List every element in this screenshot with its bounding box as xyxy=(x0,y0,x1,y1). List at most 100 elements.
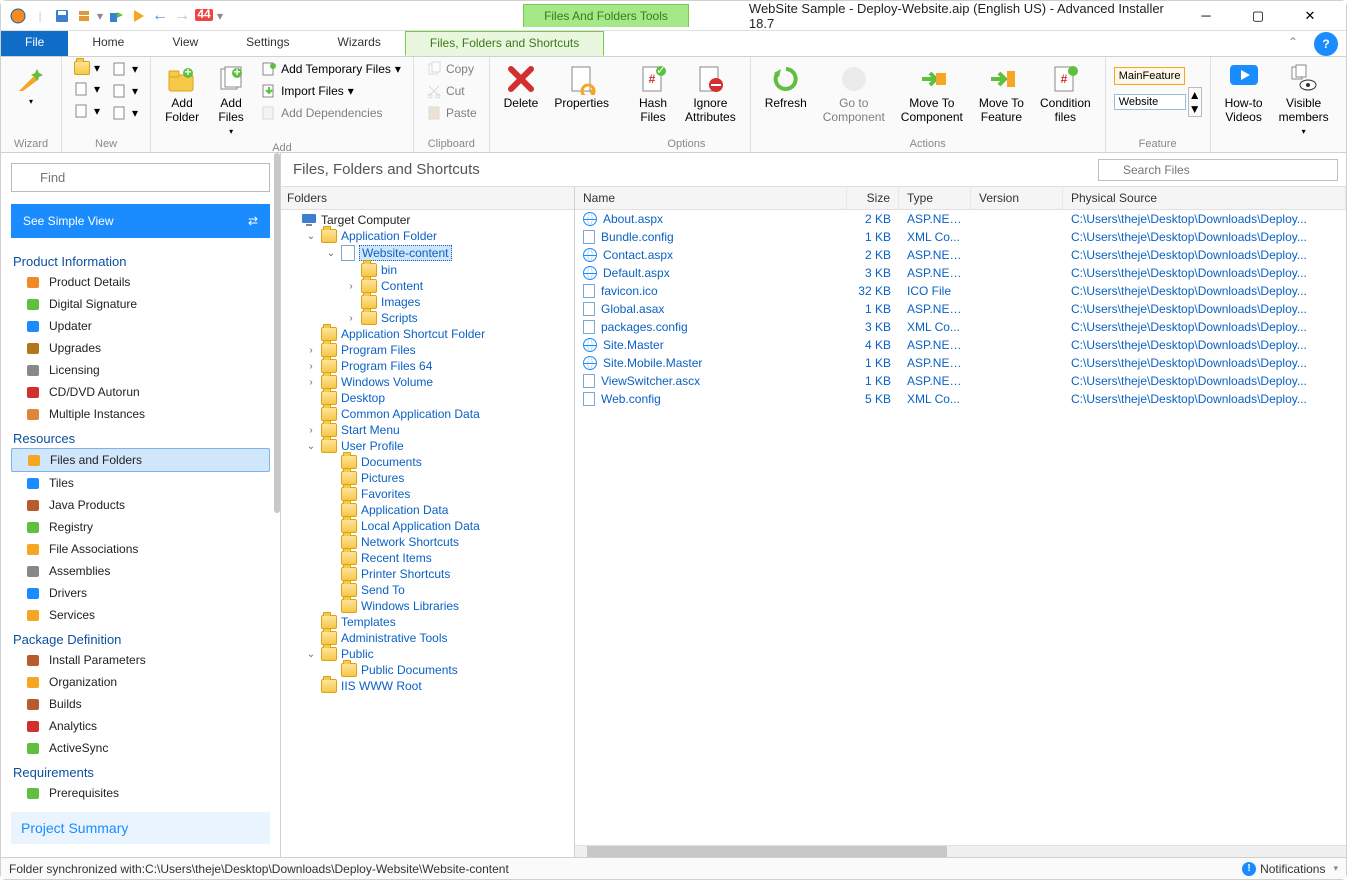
project-summary[interactable]: Project Summary xyxy=(11,812,270,844)
table-row[interactable]: Default.aspx3 KBASP.NET...C:\Users\theje… xyxy=(575,264,1346,282)
table-row[interactable]: favicon.ico32 KBICO FileC:\Users\theje\D… xyxy=(575,282,1346,300)
chevron-down-icon[interactable]: ⌄ xyxy=(305,230,317,242)
back-icon[interactable]: ← xyxy=(151,7,169,25)
save-icon[interactable] xyxy=(53,7,71,25)
find-input[interactable] xyxy=(11,163,270,192)
nav-item[interactable]: File Associations xyxy=(11,538,270,560)
tree-row[interactable]: ⌄Public xyxy=(281,646,574,662)
new-item4-button[interactable]: ▾ xyxy=(108,81,142,101)
chevron-right-icon[interactable]: › xyxy=(305,360,317,372)
table-row[interactable]: Global.asax1 KBASP.NET...C:\Users\theje\… xyxy=(575,300,1346,318)
col-size[interactable]: Size xyxy=(847,187,899,209)
new-folder-small-button[interactable]: ▾ xyxy=(70,59,104,77)
howto-videos-button[interactable]: How-to Videos xyxy=(1219,59,1269,129)
table-row[interactable]: Web.config5 KBXML Co...C:\Users\theje\De… xyxy=(575,390,1346,408)
table-row[interactable]: packages.config3 KBXML Co...C:\Users\the… xyxy=(575,318,1346,336)
tree-row[interactable]: ›Content xyxy=(281,278,574,294)
add-folder-button[interactable]: + Add Folder xyxy=(159,59,205,129)
nav-item[interactable]: Tiles xyxy=(11,472,270,494)
new-item1-button[interactable]: ▾ xyxy=(70,79,104,99)
tree-row[interactable]: Printer Shortcuts xyxy=(281,566,574,582)
nav-item[interactable]: Install Parameters xyxy=(11,649,270,671)
nav-item[interactable]: Analytics xyxy=(11,715,270,737)
ignore-attributes-button[interactable]: Ignore Attributes xyxy=(679,59,742,129)
nav-item[interactable]: Java Products xyxy=(11,494,270,516)
play-icon[interactable] xyxy=(129,7,147,25)
search-files-input[interactable] xyxy=(1098,159,1338,181)
minimize-button[interactable]: ─ xyxy=(1186,2,1226,30)
table-row[interactable]: Bundle.config1 KBXML Co...C:\Users\theje… xyxy=(575,228,1346,246)
help-icon[interactable]: ? xyxy=(1314,32,1338,56)
col-name[interactable]: Name xyxy=(575,187,847,209)
nav-item[interactable]: Prerequisites xyxy=(11,782,270,804)
close-button[interactable]: ✕ xyxy=(1290,2,1330,30)
tree-row[interactable]: Images xyxy=(281,294,574,310)
collapse-ribbon-icon[interactable]: ⌃ xyxy=(1280,31,1306,56)
chevron-right-icon[interactable]: › xyxy=(345,280,357,292)
nav-item[interactable]: CD/DVD Autorun xyxy=(11,381,270,403)
tab-home[interactable]: Home xyxy=(68,31,148,56)
condition-files-button[interactable]: # Condition files xyxy=(1034,59,1097,129)
table-row[interactable]: Site.Master4 KBASP.NET...C:\Users\theje\… xyxy=(575,336,1346,354)
chevron-right-icon[interactable]: › xyxy=(305,424,317,436)
tree-row[interactable]: Recent Items xyxy=(281,550,574,566)
chevron-down-icon[interactable]: ⌄ xyxy=(305,648,317,660)
nav-item[interactable]: Updater xyxy=(11,315,270,337)
import-files-button[interactable]: Import Files ▾ xyxy=(257,81,405,101)
run-icon[interactable] xyxy=(107,7,125,25)
tab-file[interactable]: File xyxy=(1,31,68,56)
nav-item[interactable]: Upgrades xyxy=(11,337,270,359)
nav-item[interactable]: Digital Signature xyxy=(11,293,270,315)
nav-item[interactable]: Licensing xyxy=(11,359,270,381)
tree-row[interactable]: bin xyxy=(281,262,574,278)
tree-row[interactable]: Favorites xyxy=(281,486,574,502)
tree-row[interactable]: Application Data xyxy=(281,502,574,518)
qat-logo-icon[interactable] xyxy=(9,7,27,25)
tab-settings[interactable]: Settings xyxy=(222,31,313,56)
chevron-right-icon[interactable]: › xyxy=(305,376,317,388)
feature-combo-spin[interactable]: ▲▼ xyxy=(1188,87,1202,117)
tab-files-folders-shortcuts[interactable]: Files, Folders and Shortcuts xyxy=(405,31,604,56)
folder-tree[interactable]: Target Computer⌄Application Folder⌄Websi… xyxy=(281,210,574,696)
new-item3-button[interactable]: ▾ xyxy=(108,59,142,79)
tree-row[interactable]: ⌄Application Folder xyxy=(281,228,574,244)
chevron-right-icon[interactable]: › xyxy=(305,344,317,356)
move-to-feature-button[interactable]: Move To Feature xyxy=(973,59,1030,129)
nav-item[interactable]: Assemblies xyxy=(11,560,270,582)
new-item5-button[interactable]: ▾ xyxy=(108,103,142,123)
notifications-button[interactable]: ! Notifications ▾ xyxy=(1242,862,1338,876)
visible-members-button[interactable]: Visible members▾ xyxy=(1273,59,1335,140)
build-icon[interactable] xyxy=(75,7,93,25)
refresh-button[interactable]: Refresh xyxy=(759,59,813,115)
nav-item[interactable]: Registry xyxy=(11,516,270,538)
chevron-right-icon[interactable]: › xyxy=(345,312,357,324)
tab-wizards[interactable]: Wizards xyxy=(314,31,405,56)
table-row[interactable]: Contact.aspx2 KBASP.NET...C:\Users\theje… xyxy=(575,246,1346,264)
tree-row[interactable]: IIS WWW Root xyxy=(281,678,574,694)
properties-button[interactable]: Properties xyxy=(548,59,615,115)
maximize-button[interactable]: ▢ xyxy=(1238,2,1278,30)
hash-files-button[interactable]: #✓ Hash Files xyxy=(631,59,675,129)
files-hscrollbar[interactable] xyxy=(575,845,1346,857)
tree-row[interactable]: Pictures xyxy=(281,470,574,486)
table-row[interactable]: ViewSwitcher.ascx1 KBASP.NET...C:\Users\… xyxy=(575,372,1346,390)
nav-item[interactable]: Files and Folders xyxy=(11,448,270,472)
add-temporary-files-button[interactable]: Add Temporary Files ▾ xyxy=(257,59,405,79)
table-row[interactable]: About.aspx2 KBASP.NET...C:\Users\theje\D… xyxy=(575,210,1346,228)
col-path[interactable]: Physical Source xyxy=(1063,187,1346,209)
nav-item[interactable]: ActiveSync xyxy=(11,737,270,759)
feature-combo[interactable]: Website xyxy=(1114,94,1186,110)
tab-view[interactable]: View xyxy=(148,31,222,56)
nav-item[interactable]: Multiple Instances xyxy=(11,403,270,425)
chevron-down-icon[interactable]: ⌄ xyxy=(305,440,317,452)
table-row[interactable]: Site.Mobile.Master1 KBASP.NET...C:\Users… xyxy=(575,354,1346,372)
col-type[interactable]: Type xyxy=(899,187,971,209)
leftnav-scrollbar[interactable] xyxy=(274,153,280,513)
badge-icon[interactable]: 44 xyxy=(195,7,213,25)
col-version[interactable]: Version xyxy=(971,187,1063,209)
tree-row[interactable]: ⌄Website-content xyxy=(281,244,574,262)
tree-row[interactable]: Documents xyxy=(281,454,574,470)
tree-row[interactable]: Local Application Data xyxy=(281,518,574,534)
tree-row[interactable]: Send To xyxy=(281,582,574,598)
nav-item[interactable]: Drivers xyxy=(11,582,270,604)
